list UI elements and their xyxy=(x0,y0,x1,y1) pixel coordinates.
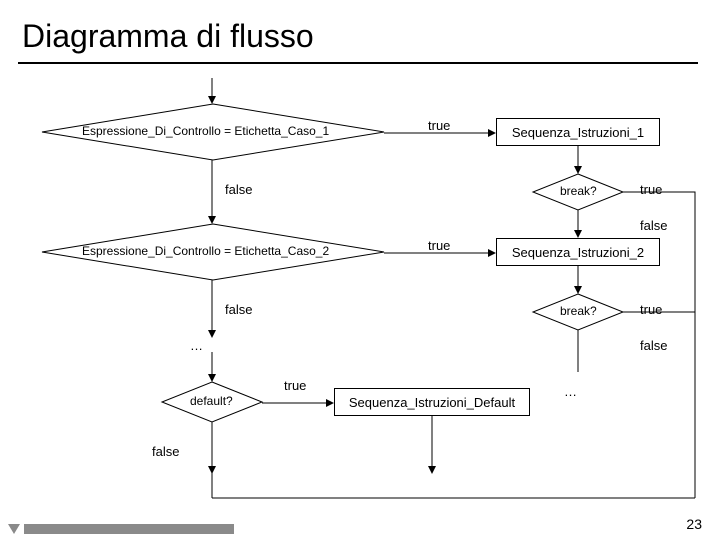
sequence-block-1: Sequenza_Istruzioni_1 xyxy=(496,118,660,146)
cond2-text: Espressione_Di_Controllo = Etichetta_Cas… xyxy=(82,244,329,258)
arrow-break1-seq2 xyxy=(574,210,582,238)
sequence-block-default: Sequenza_Istruzioni_Default xyxy=(334,388,530,416)
arrow-seq2-break2 xyxy=(574,266,582,294)
arrow-break2-false-down xyxy=(574,330,582,378)
arrow-default-down xyxy=(208,422,216,474)
arrow-cond1-down xyxy=(208,160,216,224)
slide-corner-triangle xyxy=(8,524,20,534)
arrow-ellipsis-down xyxy=(208,352,216,382)
default-true-label: true xyxy=(284,378,306,393)
ellipsis-left: … xyxy=(190,338,203,353)
arrow-entry xyxy=(208,78,216,104)
break1-text: break? xyxy=(560,184,597,198)
cond1-false-label: false xyxy=(225,182,252,197)
arrow-cond2-down xyxy=(208,280,216,338)
line-converge-bottom xyxy=(210,472,700,502)
arrow-seq1-break1 xyxy=(574,146,582,174)
cond2-false-label: false xyxy=(225,302,252,317)
slide-title: Diagramma di flusso xyxy=(22,18,314,55)
line-break2-true-exit xyxy=(623,310,701,314)
arrow-default-seq xyxy=(262,399,334,407)
arrow-cond1-seq1 xyxy=(384,129,496,137)
arrow-cond2-seq2 xyxy=(384,249,496,257)
title-underline xyxy=(18,62,698,64)
seqdef-text: Sequenza_Istruzioni_Default xyxy=(349,395,515,410)
seq1-text: Sequenza_Istruzioni_1 xyxy=(512,125,644,140)
break2-false-label: false xyxy=(640,338,667,353)
page-number: 23 xyxy=(686,516,702,532)
default-text: default? xyxy=(190,394,233,408)
default-false-label: false xyxy=(152,444,179,459)
ellipsis-right: … xyxy=(564,384,577,399)
break2-text: break? xyxy=(560,304,597,318)
arrow-seqdef-down xyxy=(428,416,436,474)
slide-bottom-bar xyxy=(24,524,234,534)
cond1-text: Espressione_Di_Controllo = Etichetta_Cas… xyxy=(82,124,329,138)
